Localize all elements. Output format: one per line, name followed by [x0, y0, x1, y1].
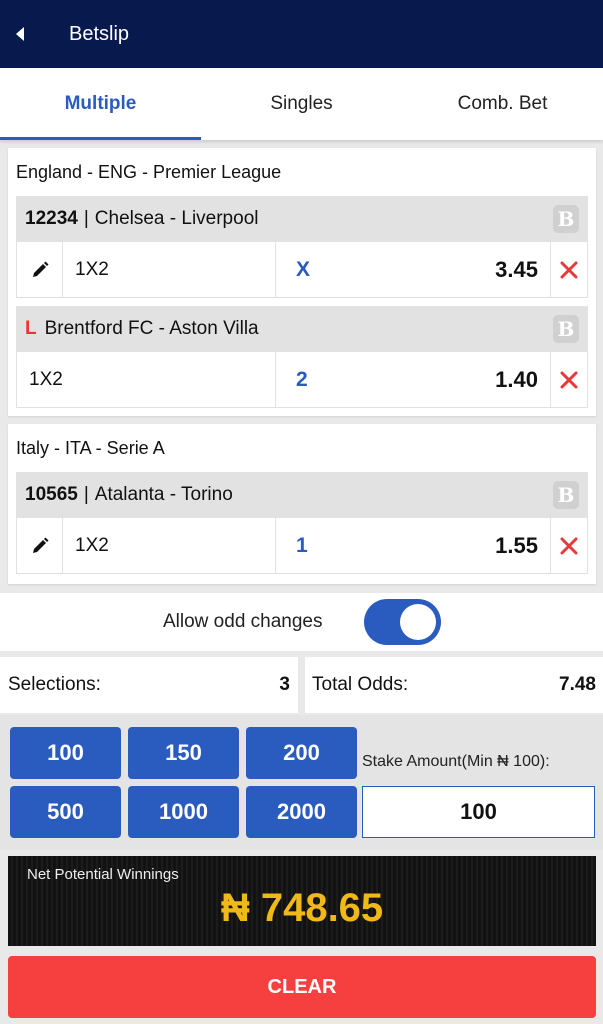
- edit-button[interactable]: [17, 518, 63, 573]
- page-title: Betslip: [69, 22, 130, 45]
- outcome: 1: [296, 533, 308, 557]
- bet-builder-icon[interactable]: B: [553, 205, 579, 233]
- quick-stake-500[interactable]: 500: [10, 786, 121, 838]
- match-name: Brentford FC - Aston Villa: [44, 318, 259, 339]
- league-title: England - ENG - Premier League: [16, 161, 282, 182]
- toggle-knob: [400, 604, 436, 640]
- quick-stake-1000[interactable]: 1000: [128, 786, 239, 838]
- separator: |: [83, 484, 89, 505]
- match-name: Chelsea - Liverpool: [94, 208, 259, 229]
- odd-box: X 3.45: [276, 242, 551, 297]
- selections-summary: Selections: 3: [0, 657, 298, 713]
- pencil-icon: [32, 261, 48, 277]
- remove-button[interactable]: [551, 518, 587, 573]
- quick-stake-150[interactable]: 150: [128, 727, 239, 779]
- odd-value: 1.55: [495, 532, 538, 558]
- selection-row: 1X2 1 1.55: [16, 518, 588, 574]
- close-icon: [560, 261, 578, 278]
- close-icon: [560, 537, 578, 554]
- outcome: 2: [296, 367, 308, 391]
- event-header: L Brentford FC - Aston Villa B: [16, 306, 588, 352]
- event-code: 12234: [25, 208, 78, 229]
- odd-value: 3.45: [495, 256, 538, 282]
- stake-area: 100 150 200 500 1000 2000 Stake Amount(M…: [0, 715, 603, 850]
- total-odds-summary: Total Odds: 7.48: [305, 657, 603, 713]
- betslip-tabs: Multiple Singles Comb. Bet: [0, 68, 603, 140]
- event-code: 10565: [25, 484, 78, 505]
- total-odds-label: Total Odds:: [312, 674, 409, 695]
- quick-stake-2000[interactable]: 2000: [246, 786, 357, 838]
- event-header: 12234 | Chelsea - Liverpool B: [16, 196, 588, 242]
- selections-label: Selections:: [8, 674, 101, 695]
- odd-changes-toggle[interactable]: [364, 599, 441, 645]
- market-name: 1X2: [63, 242, 276, 297]
- selections-count: 3: [279, 674, 290, 695]
- tab-comb-bet[interactable]: Comb. Bet: [402, 68, 603, 140]
- live-badge: L: [25, 318, 37, 339]
- market-name: 1X2: [63, 518, 276, 573]
- bet-builder-icon[interactable]: B: [553, 315, 579, 343]
- stake-label: Stake Amount(Min ₦ 100):: [362, 753, 550, 770]
- remove-button[interactable]: [551, 352, 587, 407]
- outcome: X: [296, 257, 311, 281]
- event-header: 10565 | Atalanta - Torino B: [16, 472, 588, 518]
- odd-box: 1 1.55: [276, 518, 551, 573]
- league-title: Italy - ITA - Serie A: [16, 437, 165, 458]
- odd-changes-label: Allow odd changes: [163, 611, 323, 632]
- league-group: Italy - ITA - Serie A 10565 | Atalanta -…: [8, 424, 596, 584]
- close-icon: [560, 371, 578, 388]
- total-odds-value: 7.48: [559, 674, 596, 695]
- clear-button[interactable]: CLEAR: [8, 956, 596, 1018]
- market-name: 1X2: [17, 352, 276, 407]
- pencil-icon: [32, 537, 48, 553]
- potential-winnings-panel: Net Potential Winnings ₦ 748.65: [8, 856, 596, 946]
- odd-value: 1.40: [495, 366, 538, 392]
- tab-singles[interactable]: Singles: [201, 68, 402, 140]
- remove-button[interactable]: [551, 242, 587, 297]
- odd-changes-row: Allow odd changes: [0, 593, 603, 651]
- quick-stake-100[interactable]: 100: [10, 727, 121, 779]
- chevron-left-icon: [16, 27, 24, 41]
- selection-row: 1X2 X 3.45: [16, 242, 588, 298]
- odd-box: 2 1.40: [276, 352, 551, 407]
- edit-button[interactable]: [17, 242, 63, 297]
- bet-builder-icon[interactable]: B: [553, 481, 579, 509]
- winnings-amount: ₦ 748.65: [220, 886, 384, 930]
- quick-stake-200[interactable]: 200: [246, 727, 357, 779]
- match-name: Atalanta - Torino: [94, 484, 233, 505]
- stake-input[interactable]: 100: [362, 786, 595, 838]
- winnings-label: Net Potential Winnings: [27, 866, 179, 883]
- back-button[interactable]: [0, 0, 42, 68]
- league-group: England - ENG - Premier League 12234 | C…: [8, 148, 596, 416]
- separator: |: [83, 208, 89, 229]
- tab-multiple[interactable]: Multiple: [0, 68, 201, 140]
- app-header: Betslip: [0, 0, 603, 68]
- selection-row: 1X2 2 1.40: [16, 352, 588, 408]
